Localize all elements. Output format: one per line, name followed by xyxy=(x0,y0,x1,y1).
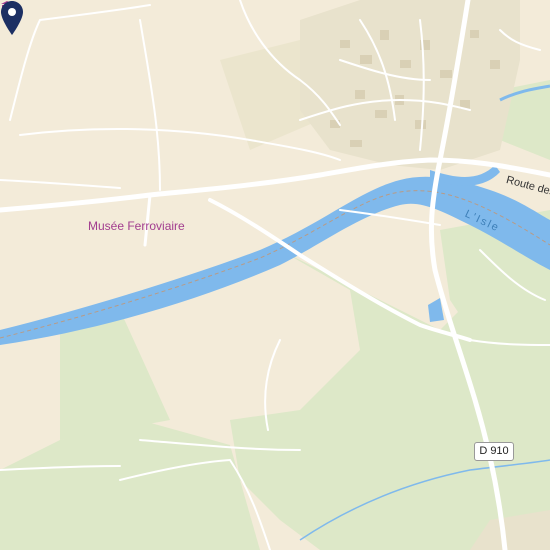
poi-label-musee-ferroviaire[interactable]: Musée Ferroviaire xyxy=(88,219,185,233)
map-view[interactable]: Musée Ferroviaire Route des C L'Isle D 9… xyxy=(0,0,550,550)
map-canvas xyxy=(0,0,550,550)
road-shield-d910: D 910 xyxy=(474,442,514,461)
urban-area xyxy=(300,0,520,170)
map-pin-icon[interactable] xyxy=(0,0,24,36)
